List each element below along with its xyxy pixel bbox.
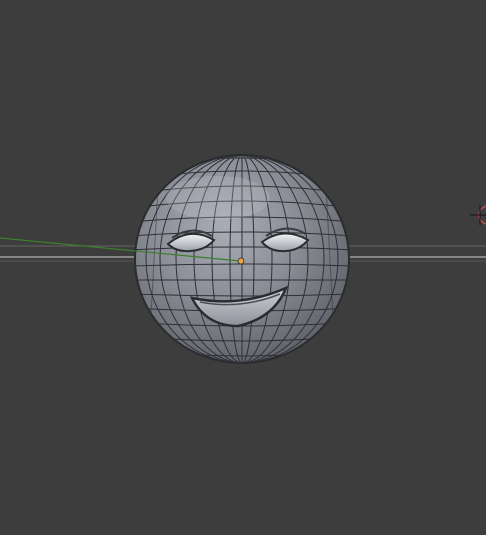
- light-object-icon[interactable]: [470, 205, 486, 225]
- 3d-viewport[interactable]: [0, 0, 486, 535]
- object-origin-icon[interactable]: [237, 257, 245, 265]
- specular-highlight: [166, 176, 270, 220]
- viewport-canvas[interactable]: [0, 0, 486, 535]
